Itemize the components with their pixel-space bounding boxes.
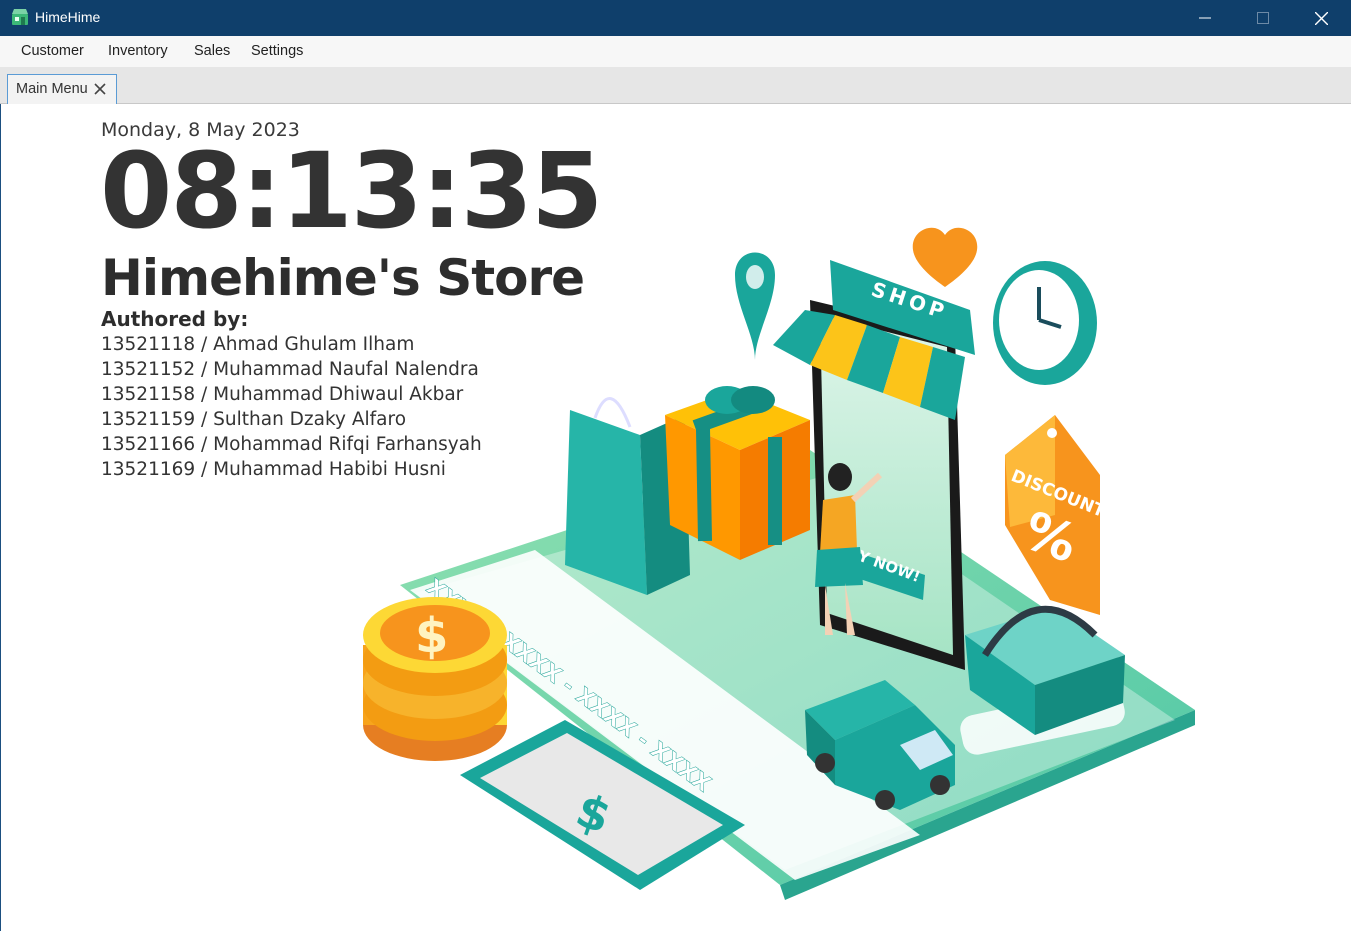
maximize-icon [1257,12,1269,24]
close-icon [1314,11,1328,25]
menu-customer[interactable]: Customer [21,43,84,59]
maximize-button[interactable] [1234,0,1292,36]
window-title: HimeHime [35,9,101,25]
menu-bar: Customer Inventory Sales Settings [0,36,1351,68]
title-bar: HimeHime [0,0,1351,36]
store-icon [12,9,28,25]
online-shop-illustration: XXXX - XXXX - XXXX - XXXX SHOP Y NOW! DI… [363,227,1195,900]
heart-icon [912,227,978,287]
minimize-button[interactable] [1176,0,1234,36]
discount-tag: DISCOUNT % [1005,415,1108,615]
minimize-icon [1199,17,1211,19]
close-button[interactable] [1292,0,1350,36]
menu-sales[interactable]: Sales [194,43,230,59]
menu-inventory[interactable]: Inventory [108,43,168,59]
coin-dollar: $ [415,608,448,664]
wall-clock-icon [993,261,1097,385]
location-pin-icon [735,252,775,360]
coin-stack: $ [363,597,507,761]
tab-label: Main Menu [16,81,88,97]
tab-main-menu[interactable]: Main Menu [7,74,117,104]
content-border [0,104,1,931]
close-icon[interactable] [94,83,106,95]
menu-settings[interactable]: Settings [251,43,303,59]
authored-label: Authored by: [101,307,249,331]
tab-strip: Main Menu [0,67,1351,104]
